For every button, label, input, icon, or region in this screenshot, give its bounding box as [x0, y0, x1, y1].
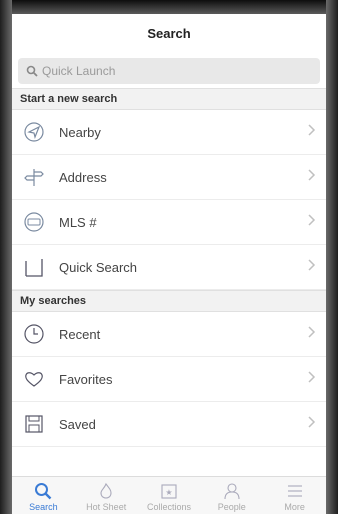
quick-search-label: Quick Search: [59, 259, 138, 275]
saved-row[interactable]: Saved: [12, 402, 326, 447]
magnifier-icon: [35, 483, 52, 500]
device-frame-right: [326, 0, 338, 514]
favorites-label: Favorites: [59, 371, 113, 387]
heart-icon: [21, 366, 47, 392]
app-screen: Search Quick Launch Start a new search N…: [12, 14, 326, 514]
mls-number-row[interactable]: MLS #: [12, 200, 326, 245]
tab-search-label: Search: [29, 502, 58, 512]
chevron-right-icon: [308, 214, 316, 226]
flame-icon: [100, 482, 112, 499]
device-frame-top: [0, 0, 338, 14]
chevron-right-icon: [308, 169, 316, 181]
chevron-right-icon: [308, 371, 316, 383]
tab-bar: Search Hot Sheet ★ Collections People Mo…: [12, 476, 326, 514]
signpost-icon: [21, 164, 47, 190]
square-icon: [21, 254, 47, 280]
chevron-right-icon: [308, 416, 316, 428]
address-row[interactable]: Address: [12, 155, 326, 200]
nearby-label: Nearby: [59, 124, 101, 140]
quick-launch-placeholder: Quick Launch: [42, 64, 116, 78]
tab-people-label: People: [217, 502, 246, 512]
tab-more-label: More: [284, 502, 305, 512]
mls-label: MLS #: [59, 214, 97, 230]
tab-collections[interactable]: ★ Collections: [138, 477, 201, 514]
tab-collections-label: Collections: [146, 502, 191, 512]
favorites-row[interactable]: Favorites: [12, 357, 326, 402]
address-label: Address: [59, 169, 107, 185]
chevron-right-icon: [308, 326, 316, 338]
chevron-right-icon: [308, 124, 316, 136]
section-header-my-searches: My searches: [12, 290, 326, 312]
device-frame-left: [0, 0, 12, 514]
menu-icon: [287, 485, 302, 497]
recent-row[interactable]: Recent: [12, 312, 326, 357]
search-bar: Quick Launch: [12, 52, 326, 88]
tab-hot-sheet-label: Hot Sheet: [86, 502, 127, 512]
nearby-row[interactable]: Nearby: [12, 110, 326, 155]
clock-icon: [21, 321, 47, 347]
svg-text:★: ★: [165, 488, 172, 497]
tab-hot-sheet[interactable]: Hot Sheet: [75, 477, 138, 514]
quick-launch-input[interactable]: Quick Launch: [18, 58, 320, 84]
search-icon: [26, 65, 38, 77]
recent-label: Recent: [59, 326, 101, 342]
section-header-new-search: Start a new search: [12, 88, 326, 110]
quick-search-row[interactable]: Quick Search: [12, 245, 326, 290]
chevron-right-icon: [308, 259, 316, 271]
tab-search[interactable]: Search: [12, 477, 75, 514]
floppy-disk-icon: [21, 411, 47, 437]
page-title: Search: [147, 25, 191, 41]
star-folder-icon: ★: [161, 484, 177, 499]
person-icon: [224, 483, 240, 500]
location-arrow-icon: [21, 119, 47, 145]
mls-badge-icon: [21, 209, 47, 235]
tab-more[interactable]: More: [263, 477, 326, 514]
saved-label: Saved: [59, 416, 96, 432]
tab-people[interactable]: People: [200, 477, 263, 514]
